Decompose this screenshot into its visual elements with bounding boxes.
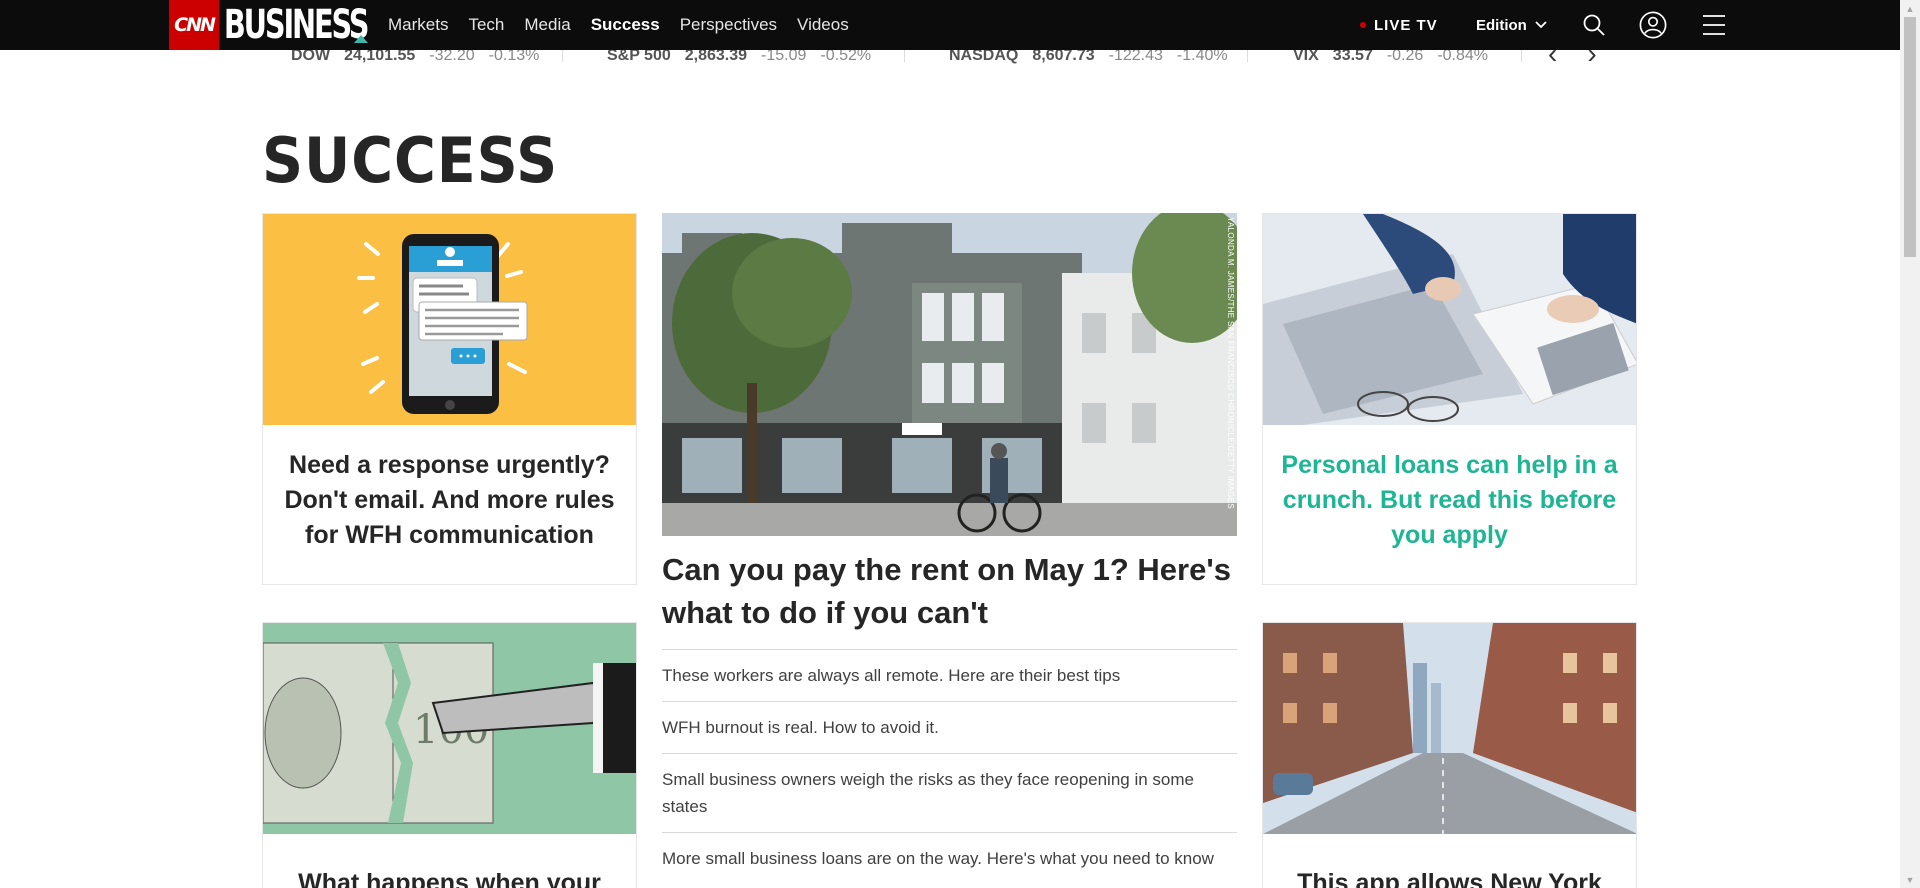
related-link[interactable]: WFH burnout is real. How to avoid it. (662, 701, 1237, 753)
top-nav: CNN BUSINESS Markets Tech Media Success … (0, 0, 1900, 50)
ticker-value: 33.57 (1332, 50, 1373, 64)
live-tv-link[interactable]: LIVE TV (1360, 0, 1438, 50)
ticker-divider (1247, 50, 1248, 62)
ticker-change: -122.43 (1108, 50, 1163, 64)
empty-city-street-photo (1263, 623, 1636, 834)
ticker-pct: -0.84% (1437, 50, 1489, 64)
related-link[interactable]: Small business owners weigh the risks as… (662, 753, 1237, 832)
photo-credit: YALONDA M. JAMES/THE SAN FRANCISCO CHRON… (1226, 217, 1235, 509)
edition-label: Edition (1476, 16, 1527, 34)
ticker-pct: -0.13% (488, 50, 540, 64)
story-card[interactable]: Personal loans can help in a crunch. But… (1262, 213, 1637, 585)
market-ticker: DOW 24,101.55 -32.20 -0.13% S&P 500 2,86… (0, 50, 1900, 70)
ticker-change: -32.20 (429, 50, 475, 64)
scroll-down-arrow-icon[interactable]: ▼ (1900, 871, 1920, 888)
ticker-pct: -0.52% (820, 50, 872, 64)
ticker-value: 24,101.55 (344, 50, 416, 64)
chevron-down-icon (1535, 21, 1547, 29)
ticker-item[interactable]: VIX 33.57 -0.26 -0.84% (1293, 50, 1488, 70)
story-card[interactable]: 100 What happens when your (262, 622, 637, 888)
story-headline[interactable]: What happens when your (275, 866, 624, 888)
cnn-logo[interactable]: CNN (169, 0, 219, 50)
ticker-divider (562, 50, 563, 62)
ticker-arrows: ‹ › (1548, 50, 1597, 70)
related-list: These workers are always all remote. Her… (662, 649, 1237, 884)
ticker-divider (1521, 50, 1522, 62)
torn-dollar-bill-illustration: 100 (263, 623, 636, 834)
page-title: SUCCESS (262, 124, 559, 197)
ticker-value: 8,607.73 (1032, 50, 1095, 64)
scroll-thumb[interactable] (1904, 17, 1916, 257)
feature-headline[interactable]: Can you pay the rent on May 1? Here's wh… (662, 548, 1237, 634)
phone-messages-illustration (263, 214, 636, 425)
calculator-laptop-photo (1263, 214, 1636, 425)
page-scrollbar[interactable]: ▲ ▼ (1900, 0, 1920, 888)
ticker-value: 2,863.39 (684, 50, 748, 64)
nav-link-videos[interactable]: Videos (797, 15, 849, 35)
ticker-name: VIX (1293, 50, 1319, 64)
live-tv-label: LIVE TV (1374, 16, 1438, 34)
account-icon[interactable] (1639, 11, 1667, 39)
nav-link-perspectives[interactable]: Perspectives (680, 15, 777, 35)
live-dot-icon (1360, 22, 1366, 28)
nav-links: Markets Tech Media Success Perspectives … (388, 0, 849, 50)
chevron-left-icon[interactable]: ‹ (1548, 50, 1557, 70)
related-link[interactable]: More small business loans are on the way… (662, 832, 1237, 884)
edition-dropdown[interactable]: Edition (1476, 0, 1547, 50)
related-link[interactable]: These workers are always all remote. Her… (662, 649, 1237, 701)
business-logo[interactable]: BUSINESS (221, 0, 370, 50)
logo-triangle-icon (354, 35, 368, 43)
search-icon[interactable] (1580, 11, 1608, 39)
story-headline[interactable]: Need a response urgently? Don't email. A… (275, 448, 624, 553)
ticker-divider (904, 50, 905, 62)
menu-icon[interactable] (1700, 11, 1728, 39)
nav-link-tech[interactable]: Tech (468, 15, 504, 35)
feature-image[interactable]: YALONDA M. JAMES/THE SAN FRANCISCO CHRON… (662, 213, 1237, 536)
ticker-name: S&P 500 (607, 50, 671, 64)
chevron-right-icon[interactable]: › (1587, 50, 1596, 70)
ticker-pct: -1.40% (1176, 50, 1228, 64)
story-card[interactable]: This app allows New York (1262, 622, 1637, 888)
ticker-name: NASDAQ (949, 50, 1019, 64)
ticker-change: -15.09 (761, 50, 807, 64)
ticker-item[interactable]: DOW 24,101.55 -32.20 -0.13% (291, 50, 539, 70)
story-headline[interactable]: This app allows New York (1275, 866, 1624, 888)
nav-link-markets[interactable]: Markets (388, 15, 448, 35)
ticker-item[interactable]: NASDAQ 8,607.73 -122.43 -1.40% (949, 50, 1228, 70)
nav-link-success[interactable]: Success (591, 15, 660, 35)
story-headline[interactable]: Personal loans can help in a crunch. But… (1275, 448, 1624, 553)
nav-link-media[interactable]: Media (524, 15, 570, 35)
story-card[interactable]: Need a response urgently? Don't email. A… (262, 213, 637, 585)
ticker-change: -0.26 (1386, 50, 1424, 64)
ticker-name: DOW (291, 50, 331, 64)
ticker-item[interactable]: S&P 500 2,863.39 -15.09 -0.52% (607, 50, 871, 70)
scroll-up-arrow-icon[interactable]: ▲ (1900, 0, 1920, 17)
